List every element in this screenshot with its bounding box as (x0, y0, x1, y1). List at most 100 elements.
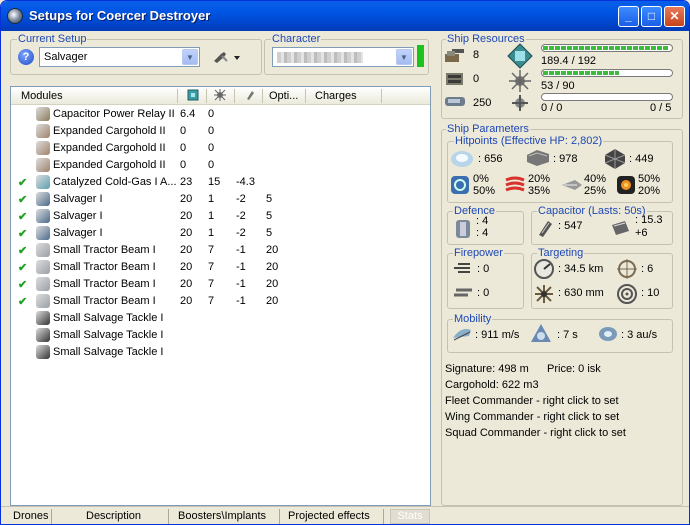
module-stat-c3: -2 (236, 227, 246, 239)
cargohold-icon (36, 141, 50, 155)
module-name: Small Salvage Tackle I (53, 312, 164, 324)
warp-speed-value: : 3 au/s (621, 329, 658, 341)
chevron-down-icon[interactable]: ▼ (396, 49, 412, 65)
check-icon[interactable]: ✔ (18, 278, 27, 291)
tab-description[interactable]: Description (86, 510, 141, 522)
squad-commander-text[interactable]: Squad Commander - right click to set (445, 427, 626, 439)
module-row[interactable]: ✔ Catalyzed Cold-Gas I A... 23 15 -4.3 (11, 174, 430, 191)
defence-value-2: : 4 (476, 227, 489, 239)
bottom-tabs: Drones Description Boosters\Implants Pro… (1, 506, 689, 524)
chevron-down-icon[interactable]: ▼ (182, 49, 198, 65)
thermal-resist-icon (504, 175, 526, 195)
launcher-slots-value: 0 (473, 73, 480, 85)
missile-dps-icon (452, 284, 474, 302)
module-name: Capacitor Power Relay II (53, 108, 175, 120)
current-setup-label: Current Setup (17, 33, 88, 45)
module-row[interactable]: Expanded Cargohold II 0 0 (11, 123, 430, 140)
module-stat-c1: 20 (180, 278, 193, 290)
check-icon[interactable]: ✔ (18, 210, 27, 223)
module-row[interactable]: Small Salvage Tackle I (11, 327, 430, 344)
calibration-value: 250 (473, 97, 492, 109)
launcher-hardpoint-icon (444, 69, 466, 89)
module-row[interactable]: ✔ Salvager I 20 1 -2 5 (11, 208, 430, 225)
column-charges[interactable]: Charges (315, 90, 357, 102)
modules-list[interactable]: Modules Opti... Charges Capacitor Power … (10, 86, 431, 506)
module-row[interactable]: ✔ Salvager I 20 1 -2 5 (11, 225, 430, 242)
minimize-button[interactable]: _ (618, 6, 639, 27)
explosive-resist-icon (616, 175, 636, 195)
module-stat-c1: 20 (180, 227, 193, 239)
velocity-value: : 911 m/s (475, 329, 520, 341)
wing-commander-text[interactable]: Wing Commander - right click to set (445, 411, 619, 423)
module-row[interactable]: Small Salvage Tackle I (11, 344, 430, 361)
capacitor-amount-value: : 547 (558, 220, 583, 232)
help-icon[interactable]: ? (18, 49, 34, 65)
setup-options-button[interactable] (212, 50, 242, 64)
module-stat-c2: 7 (208, 278, 215, 290)
modules-header: Modules Opti... Charges (11, 87, 430, 105)
module-stat-c3: -1 (236, 244, 246, 256)
check-icon[interactable]: ✔ (18, 261, 27, 274)
module-name: Salvager I (53, 210, 103, 222)
character-label: Character (271, 33, 322, 45)
module-name: Small Tractor Beam I (53, 278, 156, 290)
module-row[interactable]: ✔ Small Tractor Beam I 20 7 -1 20 (11, 293, 430, 310)
window: Setups for Coercer Destroyer _ □ ✕ Curre… (0, 0, 690, 525)
capacitor-icon (535, 218, 555, 238)
module-row[interactable]: Small Salvage Tackle I (11, 310, 430, 327)
module-stat-c4: 20 (266, 244, 279, 256)
module-name: Expanded Cargohold II (53, 125, 166, 137)
close-button[interactable]: ✕ (664, 6, 685, 27)
character-select[interactable]: ▼ (272, 47, 414, 67)
sensor-strength-icon (616, 283, 638, 305)
salvager-icon (36, 209, 50, 223)
module-row[interactable]: Expanded Cargohold II 0 0 (11, 140, 430, 157)
tab-boosters-implants[interactable]: Boosters\Implants (178, 510, 266, 522)
module-row[interactable]: Capacitor Power Relay II 6.4 0 (11, 106, 430, 123)
scan-resolution-value: : 630 mm (558, 287, 604, 299)
powergrid-column-icon[interactable] (214, 89, 226, 104)
module-stat-c1: 0 (180, 125, 187, 137)
column-optimal[interactable]: Opti... (269, 90, 298, 102)
defence-label: Defence (453, 205, 496, 217)
drone-bandwidth-value: 0 / 5 (650, 102, 672, 114)
capacitor-rate-value: : 15.3 (635, 214, 663, 226)
module-stat-c2: 7 (208, 295, 215, 307)
maximize-button[interactable]: □ (641, 6, 662, 27)
title-bar[interactable]: Setups for Coercer Destroyer _ □ ✕ (1, 1, 689, 31)
align-time-icon (529, 322, 553, 346)
check-icon[interactable]: ✔ (18, 176, 27, 189)
shield-recharge-icon (453, 218, 473, 240)
module-stat-c4: 5 (266, 193, 273, 205)
tab-drones[interactable]: Drones (13, 510, 48, 522)
salvage-tackle-icon (36, 311, 50, 325)
cpu-column-icon[interactable] (187, 89, 199, 104)
module-name: Small Tractor Beam I (53, 261, 156, 273)
module-row[interactable]: ✔ Small Tractor Beam I 20 7 -1 20 (11, 259, 430, 276)
column-modules[interactable]: Modules (21, 90, 63, 102)
fleet-commander-text[interactable]: Fleet Commander - right click to set (445, 395, 619, 407)
afterburner-icon (36, 175, 50, 189)
module-row[interactable]: ✔ Small Tractor Beam I 20 7 -1 20 (11, 242, 430, 259)
module-row[interactable]: ✔ Small Tractor Beam I 20 7 -1 20 (11, 276, 430, 293)
check-icon[interactable]: ✔ (18, 244, 27, 257)
setup-select[interactable]: Salvager ▼ (39, 47, 200, 67)
kinetic-resist-2: 25% (584, 185, 607, 197)
module-stat-c2: 1 (208, 210, 215, 222)
cap-column-icon[interactable] (244, 89, 256, 104)
check-icon[interactable]: ✔ (18, 193, 27, 206)
module-row[interactable]: Expanded Cargohold II 0 0 (11, 157, 430, 174)
align-time-value: : 7 s (557, 329, 578, 341)
signature-text: Signature: 498 m (445, 363, 529, 375)
check-icon[interactable]: ✔ (18, 227, 27, 240)
thermal-resist-2: 35% (528, 185, 551, 197)
tab-projected-effects[interactable]: Projected effects (288, 510, 370, 522)
module-stat-c4: 20 (266, 278, 279, 290)
tab-stats[interactable]: Stats (390, 509, 430, 524)
em-resist-icon (450, 175, 470, 195)
module-row[interactable]: ✔ Salvager I 20 1 -2 5 (11, 191, 430, 208)
module-name: Salvager I (53, 227, 103, 239)
check-icon[interactable]: ✔ (18, 295, 27, 308)
targeting-range-value: : 34.5 km (558, 263, 604, 275)
firepower-label: Firepower (453, 247, 504, 259)
